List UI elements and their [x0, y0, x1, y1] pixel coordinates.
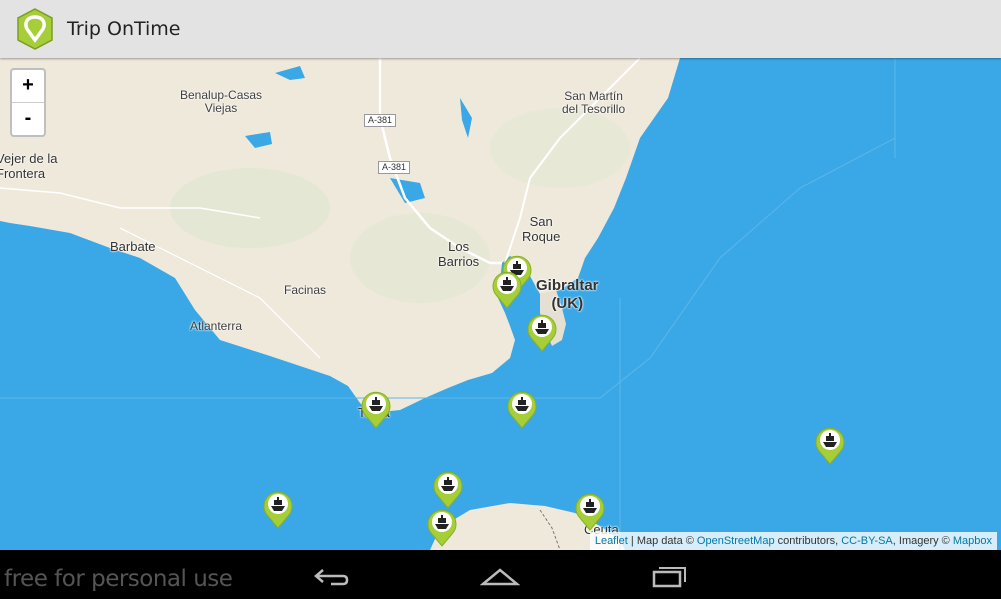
zoom-control: + -	[10, 68, 46, 137]
system-nav-bar: free for personal use	[0, 550, 1001, 599]
license-link[interactable]: CC-BY-SA	[841, 535, 893, 547]
ferry-marker[interactable]	[424, 504, 460, 548]
map-attribution: Leaflet | Map data © OpenStreetMap contr…	[589, 532, 997, 550]
place-vejer: Vejer de la Frontera	[0, 151, 58, 181]
zoom-in-button[interactable]: +	[12, 70, 44, 103]
attribution-text: , Imagery ©	[892, 535, 953, 547]
back-icon[interactable]	[311, 562, 351, 590]
ferry-marker[interactable]	[260, 486, 296, 530]
mapbox-link[interactable]: Mapbox	[953, 535, 992, 547]
place-san-roque: San Roque	[522, 214, 561, 244]
zoom-out-button[interactable]: -	[12, 103, 44, 135]
place-barbate: Barbate	[110, 239, 156, 254]
place-san-martin: San Martín del Tesorillo	[562, 89, 626, 116]
watermark-text: free for personal use	[4, 566, 233, 592]
attribution-text: contributors,	[774, 535, 842, 547]
ferry-marker[interactable]	[358, 386, 394, 430]
ferry-marker[interactable]	[524, 309, 560, 353]
app-logo-icon[interactable]	[15, 7, 55, 51]
place-benalup: Benalup-Casas Viejas	[180, 88, 263, 115]
place-atlanterra: Atlanterra	[190, 319, 243, 333]
ferry-marker[interactable]	[812, 422, 848, 466]
osm-link[interactable]: OpenStreetMap	[697, 535, 775, 547]
attribution-text: | Map data ©	[627, 535, 697, 547]
ferry-marker[interactable]	[489, 266, 525, 310]
recents-icon[interactable]	[650, 562, 690, 590]
app-bar: Trip OnTime	[0, 0, 1001, 58]
place-gibraltar: Gibraltar (UK)	[536, 277, 599, 312]
place-facinas: Facinas	[284, 283, 327, 297]
home-icon[interactable]	[480, 562, 520, 590]
map-view[interactable]: + - Benalup-Casas Viejas Vejer de la Fro…	[0, 58, 1001, 550]
road-label-a381: A-381	[364, 114, 397, 127]
place-los-barrios: Los Barrios	[438, 239, 480, 269]
app-title: Trip OnTime	[67, 18, 181, 40]
ferry-marker[interactable]	[572, 488, 608, 532]
leaflet-link[interactable]: Leaflet	[595, 535, 628, 547]
road-label-a381: A-381	[378, 161, 411, 174]
ferry-marker[interactable]	[504, 386, 540, 430]
